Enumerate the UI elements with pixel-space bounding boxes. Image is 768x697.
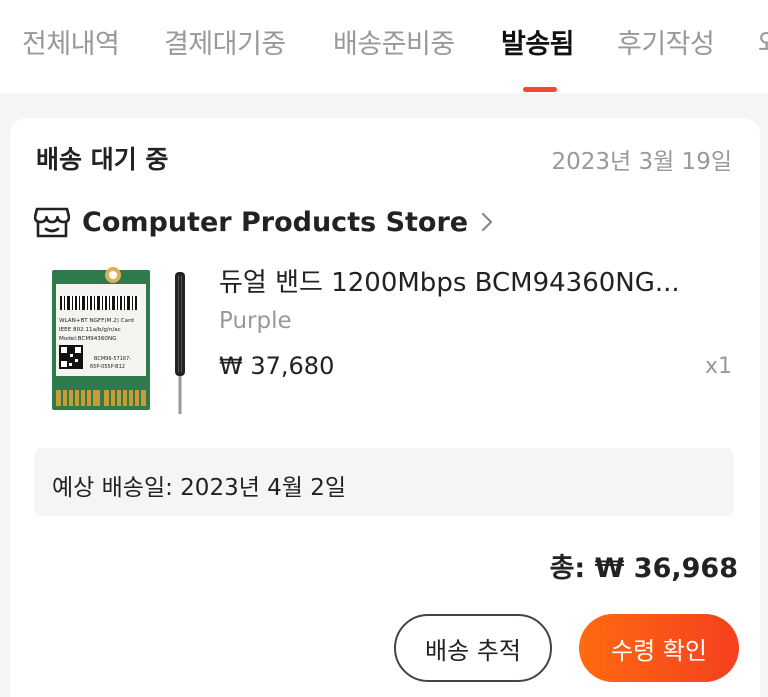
- estimated-delivery-text: 예상 배송일: 2023년 4월 2일: [52, 475, 347, 501]
- svg-text:Model:BCM94360NG: Model:BCM94360NG: [59, 336, 116, 342]
- order-total: 총: ₩ 36,968: [549, 553, 738, 584]
- active-tab-indicator: [523, 87, 557, 92]
- svg-text:IEEE 802.11a/b/g/n/ac: IEEE 802.11a/b/g/n/ac: [59, 327, 121, 333]
- store-icon: [34, 207, 70, 238]
- svg-text:BCM96-57167-: BCM96-57167-: [94, 356, 131, 362]
- product-variant: Purple: [219, 308, 292, 334]
- tab-partial[interactable]: 와: [758, 22, 768, 61]
- svg-text:65P-055P-B12: 65P-055P-B12: [90, 364, 125, 370]
- qr-code: [59, 345, 83, 369]
- order-status: 배송 대기 중: [36, 145, 169, 174]
- order-date: 2023년 3월 19일: [551, 149, 732, 175]
- order-card: 배송 대기 중 2023년 3월 19일 Computer Products S…: [10, 118, 760, 697]
- store-name: Computer Products Store: [82, 206, 469, 238]
- tab-write-review[interactable]: 후기작성: [617, 22, 715, 61]
- chevron-right-icon: [482, 212, 493, 232]
- tab-all-orders[interactable]: 전체내역: [22, 22, 120, 61]
- tab-awaiting-payment[interactable]: 결제대기중: [164, 22, 286, 61]
- track-shipment-button[interactable]: 배송 추적: [394, 614, 552, 682]
- barcode: [60, 296, 140, 310]
- product-title[interactable]: 듀얼 밴드 1200Mbps BCM94360NG...: [219, 262, 729, 299]
- estimated-delivery-box: 예상 배송일: 2023년 4월 2일: [34, 448, 734, 516]
- svg-text:WLAN+BT NGFF(M.2) Card: WLAN+BT NGFF(M.2) Card: [59, 318, 134, 324]
- order-status-tabs: 전체내역 결제대기중 배송준비중 발송됨 후기작성 와: [0, 0, 768, 93]
- confirm-receipt-button[interactable]: 수령 확인: [579, 614, 739, 682]
- tab-preparing-shipment[interactable]: 배송준비중: [333, 22, 455, 61]
- product-price: ₩ 37,680: [219, 352, 335, 380]
- product-image[interactable]: WLAN+BT NGFF(M.2) Card IEEE 802.11a/b/g/…: [46, 264, 202, 418]
- store-link[interactable]: Computer Products Store: [34, 204, 494, 240]
- product-quantity: x1: [704, 354, 732, 379]
- tab-shipped[interactable]: 발송됨: [501, 22, 575, 61]
